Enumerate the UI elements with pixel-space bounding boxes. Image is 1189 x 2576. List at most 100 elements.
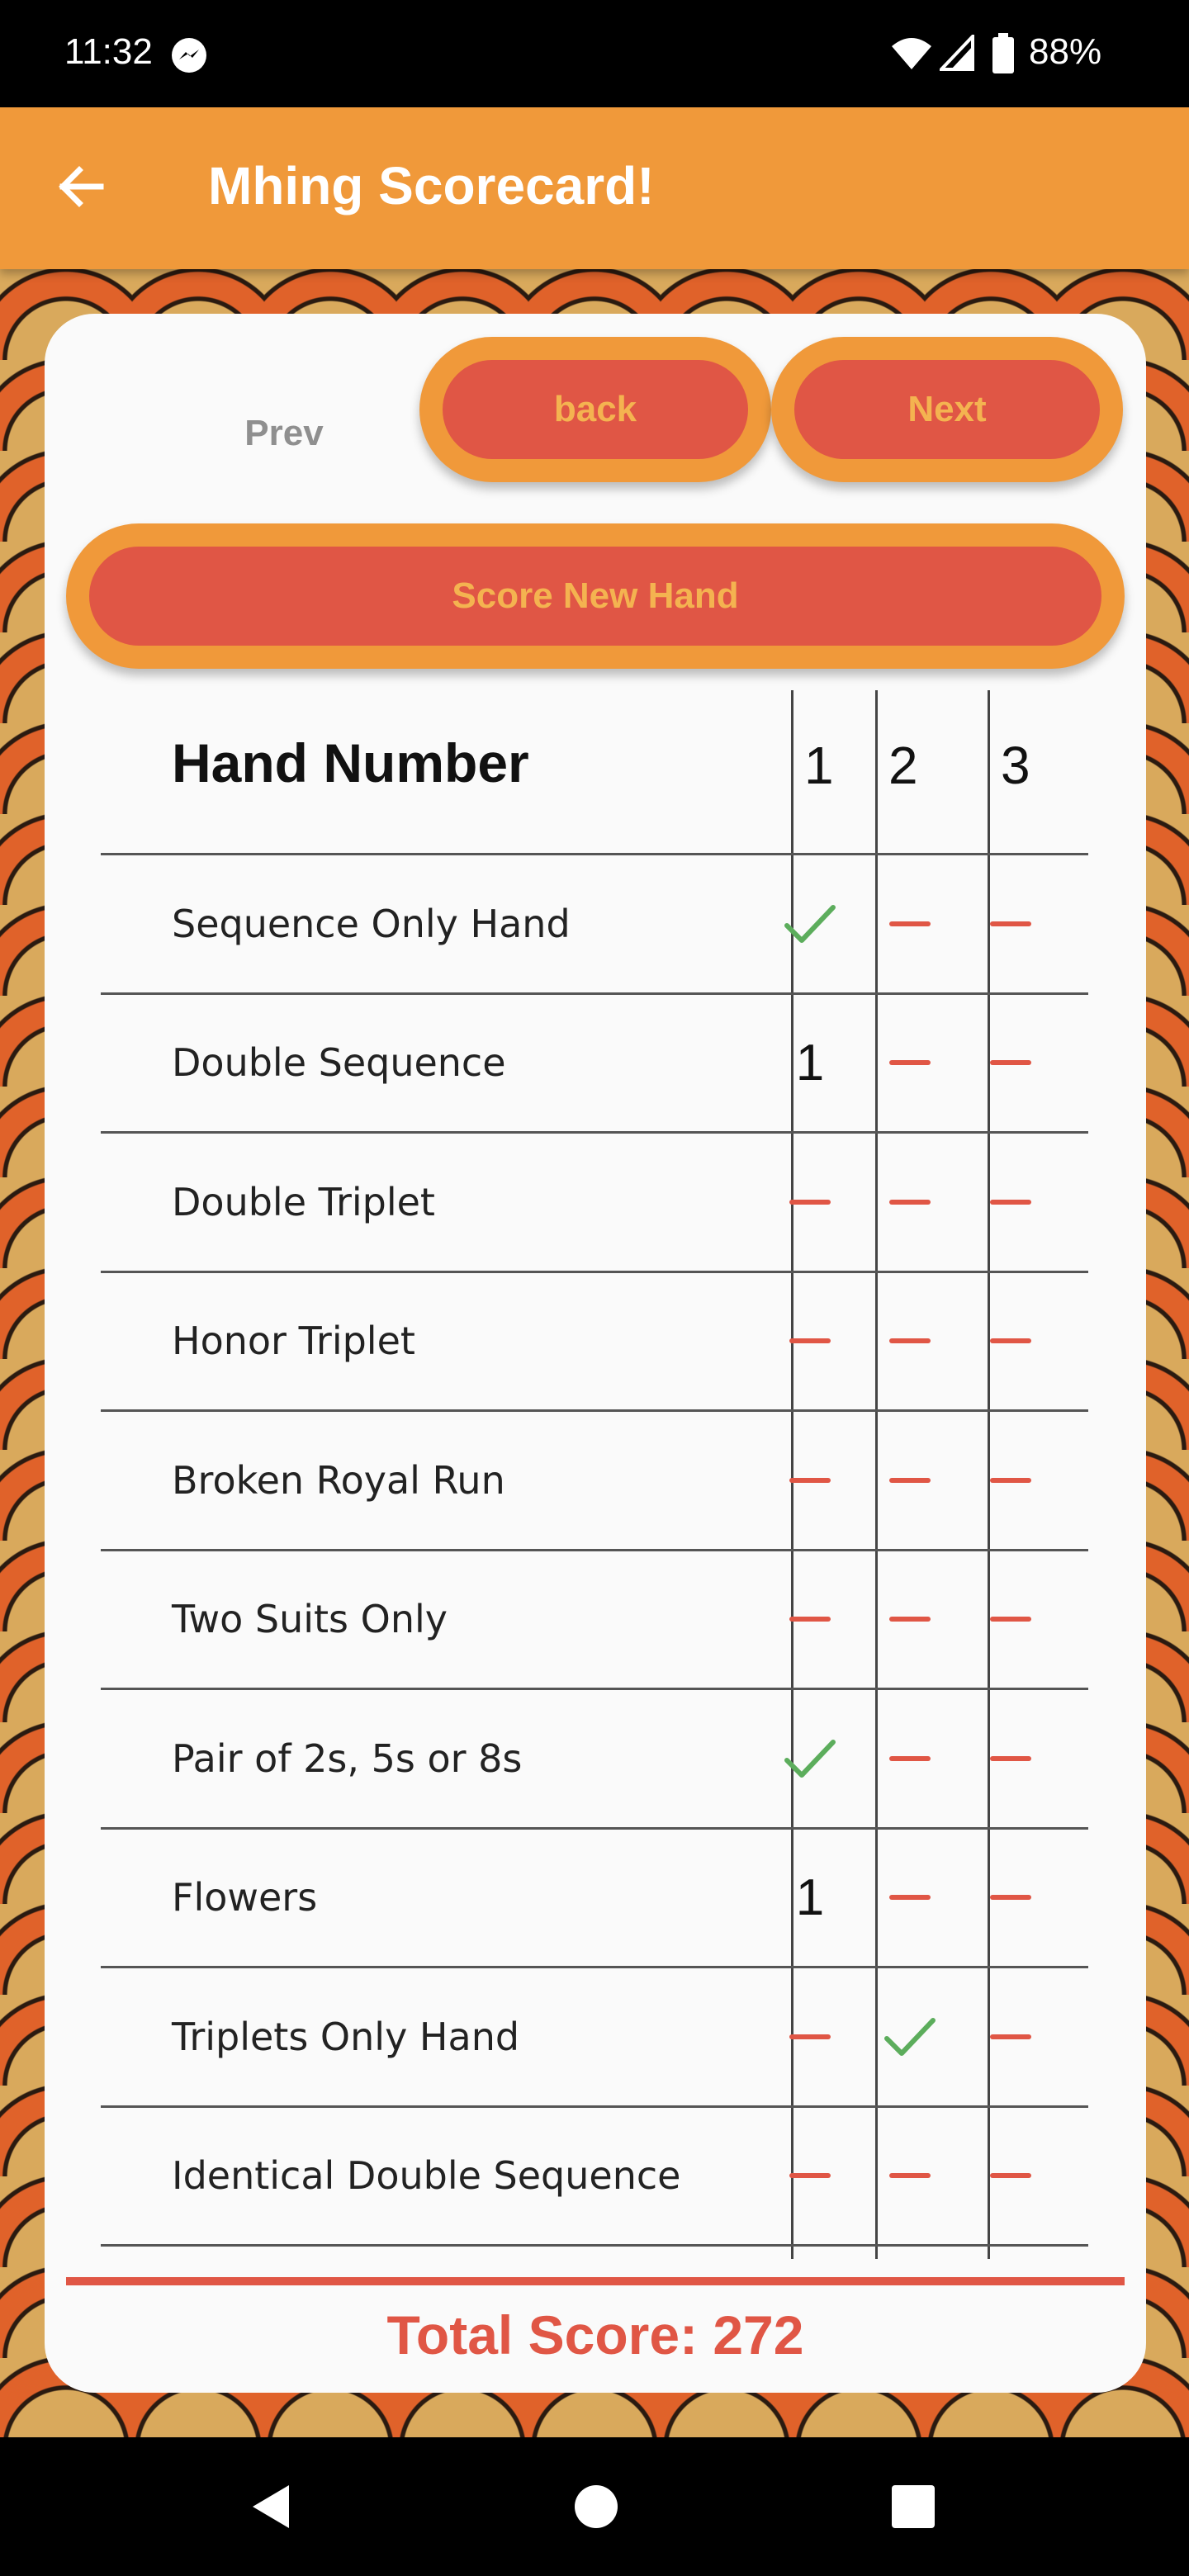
dash-icon[interactable] (768, 1551, 852, 1688)
total-score: Total Score: 272 (386, 2304, 804, 2365)
next-button-frame: Next (771, 337, 1123, 482)
dash-icon[interactable] (854, 1273, 966, 1410)
dash-icon[interactable] (968, 1690, 1054, 1827)
nav-back-icon[interactable] (244, 2480, 297, 2533)
dash-mark (889, 1895, 931, 1901)
messenger-icon (172, 38, 206, 73)
hand-type-label: Identical Double Sequence (172, 2153, 681, 2199)
dash-mark (789, 2173, 831, 2179)
dash-icon[interactable] (968, 855, 1054, 992)
dash-icon[interactable] (768, 2108, 852, 2245)
dash-icon[interactable] (854, 1690, 966, 1827)
table-header-row: Hand Number 1 2 3 (101, 690, 1088, 855)
next-button[interactable]: Next (794, 360, 1100, 459)
dash-mark (889, 1060, 931, 1066)
hand-type-label: Flowers (172, 1875, 318, 1920)
hand-type-label: Sequence Only Hand (172, 901, 571, 946)
table-row: Double Sequence 1 (101, 995, 1088, 1134)
wifi-icon (892, 38, 931, 69)
checkmark-icon[interactable] (854, 1968, 966, 2105)
dash-mark (990, 1895, 1031, 1901)
dash-icon[interactable] (968, 1551, 1054, 1688)
dash-mark (889, 1338, 931, 1344)
total-divider (66, 2277, 1125, 2285)
dash-icon[interactable] (968, 1273, 1054, 1410)
score-new-hand-button[interactable]: Score New Hand (89, 547, 1101, 646)
dash-mark (889, 1199, 931, 1205)
checkmark-icon[interactable] (768, 1690, 852, 1827)
dash-icon[interactable] (854, 855, 966, 992)
nav-home-icon[interactable] (573, 2484, 619, 2530)
dash-mark (990, 1060, 1031, 1066)
status-bar: 11:32 88% (0, 0, 1189, 107)
dash-icon[interactable] (854, 2108, 966, 2245)
back-button[interactable]: back (443, 360, 748, 459)
prev-button[interactable]: Prev (193, 388, 375, 479)
dash-icon[interactable] (968, 1830, 1054, 1967)
page-title: Mhing Scorecard! (208, 156, 655, 215)
column-header-1: 1 (804, 736, 834, 795)
dash-icon[interactable] (854, 1551, 966, 1688)
hand-type-label: Pair of 2s, 5s or 8s (172, 1735, 523, 1781)
arrow-left-icon[interactable] (54, 160, 107, 213)
table-row: Triplets Only Hand (101, 1968, 1088, 2108)
dash-icon[interactable] (768, 1968, 852, 2105)
dash-mark (889, 1617, 931, 1622)
back-button-frame: back (419, 337, 771, 482)
battery-percent: 88% (1029, 31, 1102, 72)
dash-icon[interactable] (854, 1134, 966, 1271)
dash-mark (789, 2034, 831, 2039)
score-count-cell[interactable]: 1 (768, 995, 852, 1132)
dash-mark (990, 921, 1031, 926)
dash-mark (789, 1617, 831, 1622)
nav-recent-icon[interactable] (890, 2484, 936, 2530)
hand-type-label: Broken Royal Run (172, 1457, 505, 1503)
signal-icon (940, 35, 974, 71)
dash-mark (889, 2173, 931, 2179)
dash-icon[interactable] (768, 1412, 852, 1549)
column-header-2: 2 (888, 736, 918, 795)
dash-mark (990, 1477, 1031, 1483)
status-time: 11:32 (64, 31, 153, 72)
dash-icon[interactable] (854, 995, 966, 1132)
dash-mark (990, 1617, 1031, 1622)
dash-mark (789, 1338, 831, 1344)
dash-icon[interactable] (768, 1134, 852, 1271)
column-header-3: 3 (1001, 736, 1030, 795)
dash-icon[interactable] (968, 1134, 1054, 1271)
hand-type-label: Double Triplet (172, 1179, 435, 1224)
dash-mark (889, 1755, 931, 1761)
dash-icon[interactable] (968, 995, 1054, 1132)
checkmark-icon[interactable] (768, 855, 852, 992)
table-row: Honor Triplet (101, 1273, 1088, 1412)
hand-type-label: Double Sequence (172, 1040, 506, 1086)
dash-icon[interactable] (968, 2108, 1054, 2245)
table-row: Flowers 1 (101, 1830, 1088, 1968)
dash-icon[interactable] (854, 1412, 966, 1549)
dash-mark (990, 1338, 1031, 1344)
score-new-hand-frame: Score New Hand (66, 523, 1125, 669)
table-row: Identical Double Sequence (101, 2108, 1088, 2247)
dash-mark (889, 1477, 931, 1483)
dash-icon[interactable] (968, 1412, 1054, 1549)
score-count-cell[interactable]: 1 (768, 1830, 852, 1967)
table-row: Two Suits Only (101, 1551, 1088, 1690)
dash-icon[interactable] (968, 1968, 1054, 2105)
hand-type-label: Honor Triplet (172, 1319, 415, 1364)
scorecard-card: Prev back Next Score New Hand Hand Numbe… (45, 314, 1146, 2393)
table-row: Sequence Only Hand (101, 855, 1088, 995)
battery-icon (992, 33, 1014, 73)
table-row: Double Triplet (101, 1134, 1088, 1273)
dash-icon[interactable] (854, 1830, 966, 1967)
dash-mark (990, 1755, 1031, 1761)
dash-mark (990, 1199, 1031, 1205)
dash-mark (990, 2173, 1031, 2179)
system-nav-bar (0, 2437, 1189, 2576)
app-bar: Mhing Scorecard! (0, 107, 1189, 269)
dash-mark (990, 2034, 1031, 2039)
hand-type-label: Triplets Only Hand (172, 2014, 520, 2059)
dash-icon[interactable] (768, 1273, 852, 1410)
score-table: Hand Number 1 2 3 Sequence Only Hand Doub… (101, 690, 1088, 2259)
dash-mark (789, 1477, 831, 1483)
table-row: Broken Royal Run (101, 1412, 1088, 1551)
